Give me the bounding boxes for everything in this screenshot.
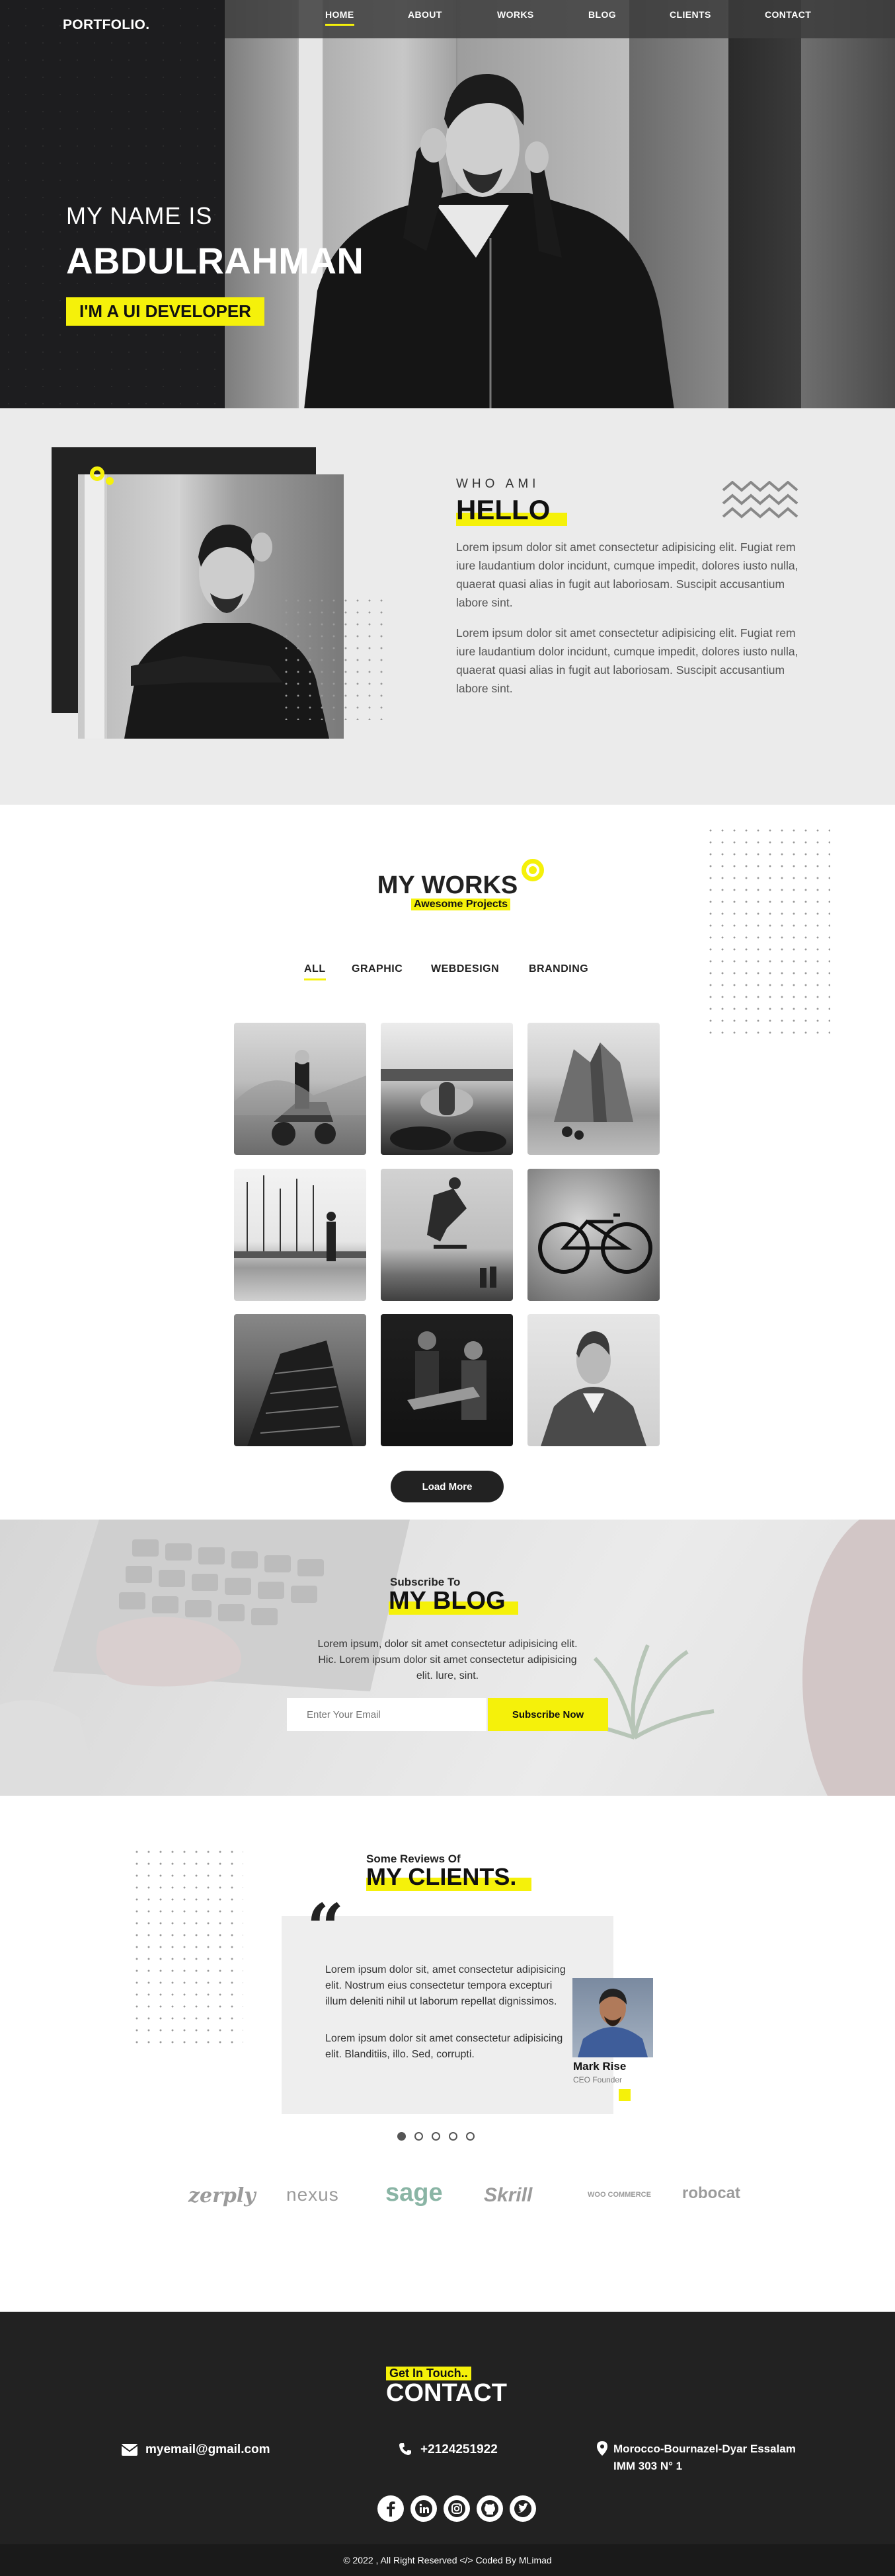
nav-contact-link[interactable]: CONTACT <box>765 9 811 20</box>
partner-logo-woocommerce[interactable]: WOO COMMERCE <box>588 2191 651 2199</box>
github-icon[interactable] <box>477 2495 503 2522</box>
contact-address: Morocco-Bournazel-Dyar Essalam <box>613 2443 796 2455</box>
hero-section: HOME ABOUT WORKS BLOG CLIENTS CONTACT PO… <box>0 0 895 408</box>
partner-logo-skrill[interactable]: Skrill <box>484 2184 532 2207</box>
clients-title: MY CLIENTS. <box>366 1863 517 1890</box>
nav-works-link[interactable]: WORKS <box>497 9 534 20</box>
gallery-item-sailboats[interactable] <box>234 1169 366 1301</box>
hero-person-figure <box>304 73 674 408</box>
gallery-item-man-portrait[interactable] <box>527 1314 660 1446</box>
gallery-item-feet-on-blanket[interactable] <box>381 1023 513 1155</box>
works-title: MY WORKS <box>377 871 518 899</box>
about-section: WHO AMI HELLO Lorem ipsum dolor sit amet… <box>0 408 895 805</box>
gallery-item-scooter[interactable] <box>234 1023 366 1155</box>
works-section: MY WORKS Awesome Projects ALL GRAPHIC WE… <box>0 805 895 1520</box>
load-more-button[interactable]: Load More <box>391 1471 504 1502</box>
nav-about-link[interactable]: ABOUT <box>408 9 442 20</box>
contact-phone[interactable]: +2124251922 <box>420 2443 498 2457</box>
reviewer-role: CEO Founder <box>573 2075 623 2084</box>
about-paragraph: Lorem ipsum dolor sit amet consectetur a… <box>456 540 798 609</box>
contact-address-line2: IMM 303 N° 1 <box>613 2460 683 2472</box>
review-text: Lorem ipsum dolor sit amet consectetur a… <box>325 2033 563 2060</box>
about-title: HELLO <box>456 494 551 525</box>
carousel-dot[interactable] <box>432 2132 440 2141</box>
quote-icon: “ <box>307 1890 344 1966</box>
reviewer-name: Mark Rise <box>573 2060 627 2073</box>
decor-dot <box>106 477 114 485</box>
decor-dot-grid <box>705 825 830 1043</box>
blog-title: MY BLOG <box>389 1587 506 1615</box>
partner-logo-zerply[interactable]: zerply <box>188 2184 256 2207</box>
works-subtitle: Awesome Projects <box>411 899 510 910</box>
about-paragraph: Lorem ipsum dolor sit amet consectetur a… <box>456 626 798 695</box>
blog-description: Lorem ipsum, dolor sit amet consectetur … <box>317 1638 578 1681</box>
hero-role-badge: I'M A UI DEVELOPER <box>66 297 264 326</box>
hero-name: ABDULRAHMAN <box>66 240 364 281</box>
contact-section: Get In Touch.. CONTACT myemail@gmail.com… <box>0 2312 895 2576</box>
map-pin-icon <box>597 2441 607 2456</box>
nav-blog-link[interactable]: BLOG <box>588 9 616 20</box>
filter-webdesign-tab[interactable]: WEBDESIGN <box>431 963 499 975</box>
filter-all-tab[interactable]: ALL <box>304 963 326 980</box>
linkedin-icon[interactable] <box>410 2495 437 2522</box>
gallery-item-mountain-rocks[interactable] <box>527 1023 660 1155</box>
subscribe-button[interactable]: Subscribe Now <box>488 1698 608 1731</box>
gallery-item-bicycle[interactable] <box>527 1169 660 1301</box>
instagram-icon[interactable] <box>444 2495 470 2522</box>
facebook-icon[interactable] <box>377 2495 404 2522</box>
hero-greeting: MY NAME IS <box>66 202 213 229</box>
review-text: Lorem ipsum dolor sit, amet consectetur … <box>325 1964 566 2007</box>
filter-branding-tab[interactable]: BRANDING <box>529 963 588 975</box>
decor-ring <box>90 466 104 481</box>
partner-logo-nexus[interactable]: nexus <box>286 2184 339 2205</box>
site-logo[interactable]: PORTFOLIO. <box>63 17 149 33</box>
contact-pretitle: Get In Touch.. <box>386 2367 471 2380</box>
top-navbar: HOME ABOUT WORKS BLOG CLIENTS CONTACT <box>225 0 895 38</box>
carousel-dot[interactable] <box>397 2132 406 2141</box>
partner-logo-robocat[interactable]: robocat <box>682 2184 740 2203</box>
gallery-item-skater[interactable] <box>381 1169 513 1301</box>
gallery-item-guitarist[interactable] <box>381 1314 513 1446</box>
decor-dot-grid <box>131 1846 243 2044</box>
phone-icon <box>399 2443 411 2455</box>
hero-photo <box>225 0 895 408</box>
envelope-icon <box>122 2444 137 2456</box>
nav-home-link[interactable]: HOME <box>325 9 354 26</box>
blog-section: Subscribe To MY BLOG Lorem ipsum, dolor … <box>0 1520 895 1796</box>
contact-title: CONTACT <box>386 2379 507 2407</box>
clients-section: Some Reviews Of MY CLIENTS. “ Lorem ipsu… <box>0 1796 895 2312</box>
decor-square <box>619 2089 631 2101</box>
decor-dot-grid <box>280 595 386 720</box>
nav-clients-link[interactable]: CLIENTS <box>670 9 711 20</box>
reviewer-avatar <box>572 1978 653 2057</box>
about-tag: WHO AMI <box>456 477 540 491</box>
contact-email[interactable]: myemail@gmail.com <box>145 2443 270 2457</box>
carousel-dot[interactable] <box>466 2132 475 2141</box>
zigzag-icon <box>722 481 798 519</box>
partner-logo-sage[interactable]: sage <box>385 2179 443 2207</box>
email-input[interactable] <box>287 1698 486 1731</box>
gallery-item-skyscraper[interactable] <box>234 1314 366 1446</box>
twitter-icon[interactable] <box>510 2495 536 2522</box>
carousel-dot[interactable] <box>414 2132 423 2141</box>
filter-graphic-tab[interactable]: GRAPHIC <box>352 963 403 975</box>
copyright-footer: © 2022 , All Right Reserved </> Coded By… <box>0 2544 895 2576</box>
carousel-dot[interactable] <box>449 2132 457 2141</box>
